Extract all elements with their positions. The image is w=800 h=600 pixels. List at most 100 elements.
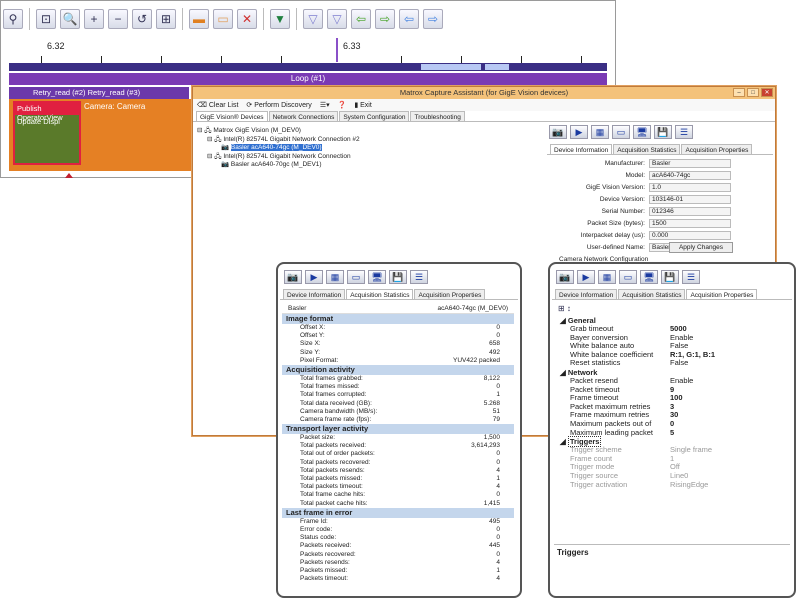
tick: [401, 56, 402, 63]
filter-icon[interactable]: ▼: [270, 9, 290, 29]
close-button[interactable]: ✕: [761, 88, 773, 97]
stat-row: Packet size: 1,500: [300, 434, 500, 442]
binoculars-icon[interactable]: ⚲: [3, 9, 23, 29]
tab-acquisition-properties[interactable]: Acquisition Properties: [414, 289, 486, 299]
camera-icon[interactable]: 📷: [556, 270, 574, 284]
view-menu-icon[interactable]: ☰▾: [320, 101, 330, 109]
tracer-toolbar: ⚲ ⊡ 🔍 + − ↺ ⊞ ▬ ▭ ✕ ▼ ▽ ▽ ⇦ ⇨ ⇦ ⇨: [3, 5, 443, 33]
tab-network-connections[interactable]: Network Connections: [268, 111, 339, 121]
arrow-right-blue-icon[interactable]: ⇨: [423, 9, 443, 29]
stat-row: Status code: 0: [300, 534, 500, 542]
time-cursor[interactable]: [336, 38, 338, 62]
zoom-icon[interactable]: 🔍: [60, 9, 80, 29]
play-icon[interactable]: ▶: [305, 270, 323, 284]
camera-icon[interactable]: 📷: [549, 125, 567, 139]
record-icon[interactable]: ▭: [612, 125, 630, 139]
network-icon[interactable]: 🖥: [633, 125, 651, 139]
tab-acquisition-statistics[interactable]: Acquisition Statistics: [618, 289, 686, 299]
sort-categorized-icon[interactable]: ⊞ ↕: [558, 304, 571, 313]
save-icon[interactable]: 💾: [654, 125, 672, 139]
property-row[interactable]: Reset statistics False: [554, 359, 790, 368]
zoom-fit-icon[interactable]: ⊡: [36, 9, 56, 29]
stat-row: Packets recovered: 0: [300, 550, 500, 558]
timeline-segment: [485, 64, 509, 70]
exit-button[interactable]: ▮ Exit: [354, 101, 371, 109]
tab-gige-devices[interactable]: GigE Vision® Devices: [196, 111, 268, 121]
publish-operatorview-block[interactable]: Publish OperatorView Update Displ: [13, 101, 81, 165]
field-packet-size: Packet Size (bytes): 1500: [559, 219, 731, 228]
bookmark-next-icon[interactable]: ▽: [327, 9, 347, 29]
property-row[interactable]: Trigger activation RisingEdge: [554, 480, 790, 490]
section-header: Last frame in error: [282, 507, 514, 518]
list-icon[interactable]: ☰: [675, 125, 693, 139]
list-icon[interactable]: ☰: [682, 270, 700, 284]
stat-row: Packets received: 445: [300, 542, 500, 550]
display-icon[interactable]: ▦: [591, 125, 609, 139]
stat-row: Size Y: 492: [300, 348, 500, 356]
arrow-right-green-icon[interactable]: ⇨: [375, 9, 395, 29]
delete-icon[interactable]: ✕: [237, 9, 257, 29]
zoom-in-icon[interactable]: +: [84, 9, 104, 29]
stat-row: Total out of order packets: 0: [300, 450, 500, 458]
loop-bar[interactable]: Loop (#1): [9, 73, 607, 85]
tab-acquisition-statistics[interactable]: Acquisition Statistics: [346, 289, 414, 299]
marker-clear-icon[interactable]: ▭: [213, 9, 233, 29]
apply-changes-button[interactable]: Apply Changes: [669, 242, 733, 253]
tree-item[interactable]: ⊟ 🖧 Intel(R) 82574L Gigabit Network Conn…: [197, 136, 537, 145]
field-gige-version: GigE Vision Version: 1.0: [559, 183, 731, 192]
toolbar-separator: [296, 8, 297, 30]
minimize-button[interactable]: –: [733, 88, 745, 97]
clear-list-button[interactable]: ⌫ Clear List: [197, 101, 238, 109]
props-tabs: Device Information Acquisition Statistic…: [552, 289, 792, 300]
section-header: Acquisition activity: [282, 364, 514, 375]
stats-sections: Image format Offset X: 0 Offset Y: 0 Size …: [282, 314, 514, 583]
perform-discovery-button[interactable]: ⟳ Perform Discovery: [246, 101, 311, 109]
record-icon[interactable]: ▭: [347, 270, 365, 284]
toolbar-separator: [263, 8, 264, 30]
zoom-undo-icon[interactable]: ↺: [132, 9, 152, 29]
marker-icon[interactable]: ▬: [189, 9, 209, 29]
tab-device-information[interactable]: Device Information: [283, 289, 346, 299]
tree-item[interactable]: ⊟ 🖧 Intel(R) 82574L Gigabit Network Conn…: [197, 153, 537, 162]
stat-row: Total packets recovered: 0: [300, 458, 500, 466]
play-icon[interactable]: ▶: [577, 270, 595, 284]
tree-item[interactable]: ⊟ 🖧 Matrox GigE Vision (M_DEV0): [197, 127, 537, 136]
stat-row: Camera bandwidth (MB/s): 51: [300, 407, 500, 415]
tab-system-configuration[interactable]: System Configuration: [339, 111, 410, 121]
tab-device-information[interactable]: Device Information: [555, 289, 618, 299]
bookmark-prev-icon[interactable]: ▽: [303, 9, 323, 29]
timeline-segment: [421, 64, 481, 70]
stat-row: Total frames grabbed: 8,122: [300, 374, 500, 382]
stat-row: Total packets received: 3,614,293: [300, 442, 500, 450]
zoom-range-icon[interactable]: ⊞: [156, 9, 176, 29]
network-icon[interactable]: 🖥: [640, 270, 658, 284]
acquisition-properties-panel: 📷 ▶ ▦ ▭ 🖥 💾 ☰ Device Information Acquisi…: [548, 262, 796, 598]
display-icon[interactable]: ▦: [598, 270, 616, 284]
save-icon[interactable]: 💾: [389, 270, 407, 284]
stat-row: Total frames corrupted: 1: [300, 391, 500, 399]
stat-row: Total packets resends: 4: [300, 466, 500, 474]
arrow-left-blue-icon[interactable]: ⇦: [399, 9, 419, 29]
record-icon[interactable]: ▭: [619, 270, 637, 284]
save-icon[interactable]: 💾: [661, 270, 679, 284]
help-icon[interactable]: ❓: [338, 101, 347, 109]
play-icon[interactable]: ▶: [570, 125, 588, 139]
camera-icon[interactable]: 📷: [284, 270, 302, 284]
stat-row: Packets missed: 1: [300, 566, 500, 574]
display-icon[interactable]: ▦: [326, 270, 344, 284]
maximize-button[interactable]: □: [747, 88, 759, 97]
network-icon[interactable]: 🖥: [368, 270, 386, 284]
arrow-left-green-icon[interactable]: ⇦: [351, 9, 371, 29]
marker-triangle-icon: [65, 173, 73, 178]
tab-troubleshooting[interactable]: Troubleshooting: [410, 111, 465, 121]
tab-device-information[interactable]: Device Information: [550, 144, 613, 154]
zoom-out-icon[interactable]: −: [108, 9, 128, 29]
retry-bar[interactable]: Retry_read (#2) Retry_read (#3): [9, 87, 189, 99]
list-icon[interactable]: ☰: [410, 270, 428, 284]
tab-acquisition-properties[interactable]: Acquisition Properties: [686, 289, 758, 299]
tab-acquisition-properties[interactable]: Acquisition Properties: [681, 144, 753, 154]
publish-label: Publish OperatorView: [15, 103, 79, 122]
tab-acquisition-statistics[interactable]: Acquisition Statistics: [613, 144, 681, 154]
tree-item[interactable]: 📷 Basler acA640-70gc (M_DEV1): [197, 161, 537, 170]
tree-item[interactable]: 📷 Basler acA640-74gc (M_DEV0): [197, 144, 537, 153]
